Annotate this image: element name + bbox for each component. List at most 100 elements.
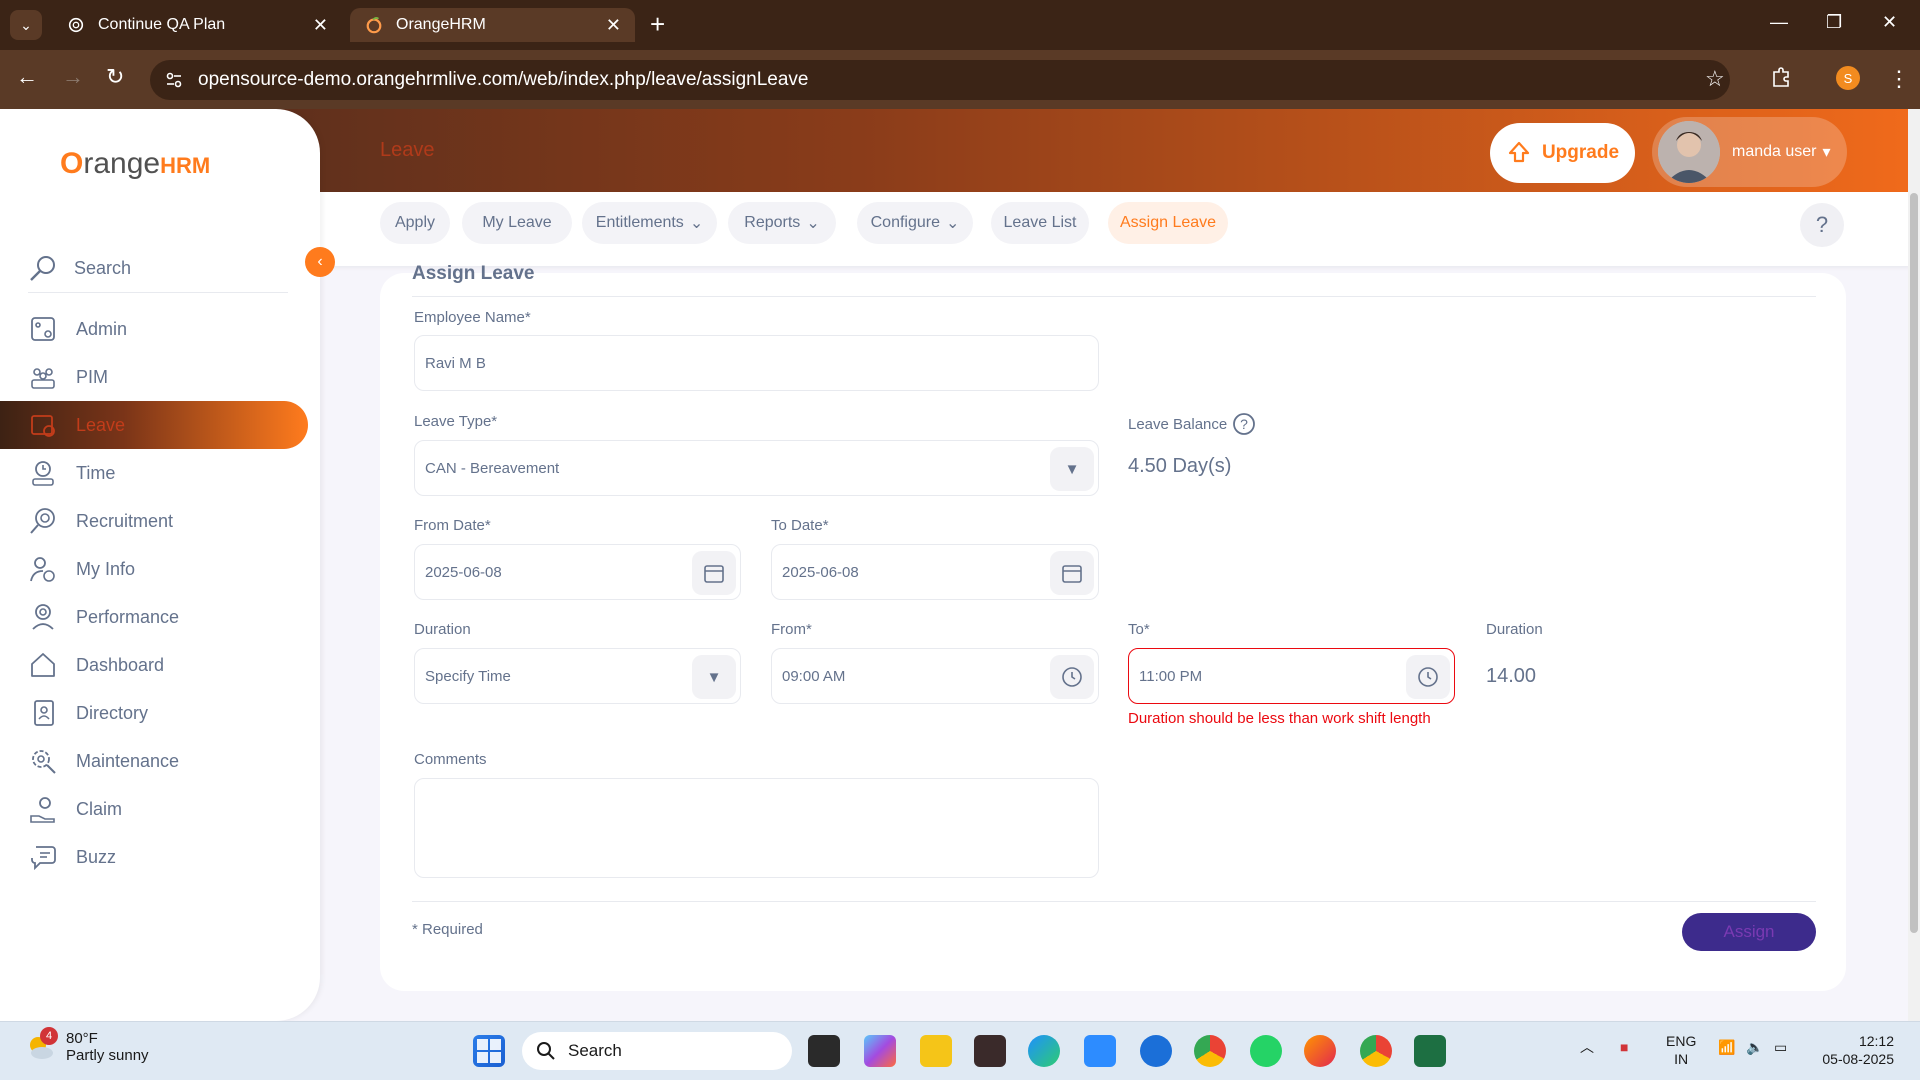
from-date-label: From Date* xyxy=(414,517,491,534)
battery-icon[interactable]: ▭ xyxy=(1774,1038,1787,1056)
language-indicator[interactable]: ENG IN xyxy=(1666,1032,1696,1068)
tab-close-icon[interactable]: ✕ xyxy=(313,15,328,36)
sidebar-item-dashboard[interactable]: Dashboard xyxy=(0,641,308,689)
chrome-icon[interactable] xyxy=(1194,1035,1226,1067)
windows-start-icon[interactable] xyxy=(473,1035,505,1067)
sidebar-item-label: Leave xyxy=(76,414,126,435)
tab-label: Assign Leave xyxy=(1119,214,1217,231)
calendar-icon[interactable] xyxy=(1050,551,1094,595)
weather-widget[interactable]: 4 80°F Partly sunny xyxy=(24,1027,149,1064)
bookmark-star-icon[interactable]: ☆ xyxy=(1705,66,1725,92)
sidebar-collapse-button[interactable]: ‹ xyxy=(305,247,335,277)
site-info-icon[interactable] xyxy=(164,70,184,90)
caret-down-icon[interactable]: ▼ xyxy=(1050,447,1094,491)
forward-icon[interactable]: → xyxy=(62,64,84,90)
sidebar-item-label: Claim xyxy=(76,798,123,819)
menu-kebab-icon[interactable]: ⋮ xyxy=(1888,66,1910,92)
to-time-value: 11:00 PM xyxy=(1139,667,1203,685)
leave-type-select[interactable]: CAN - Bereavement ▼ xyxy=(414,440,1099,496)
claim-icon xyxy=(30,797,55,823)
duration-hours-value: 14.00 xyxy=(1486,665,1537,687)
sidebar-item-time[interactable]: Time xyxy=(0,449,308,497)
from-date-value: 2025-06-08 xyxy=(425,563,502,581)
from-date-input[interactable]: 2025-06-08 xyxy=(414,544,741,600)
firefox-icon[interactable] xyxy=(1304,1035,1336,1067)
close-icon[interactable]: ✕ xyxy=(1882,12,1897,33)
tab-leave-list[interactable]: Leave List xyxy=(991,202,1089,244)
taskbar-search[interactable]: Search xyxy=(522,1032,792,1070)
leave-type-label: Leave Type* xyxy=(414,413,498,430)
sidebar-item-admin[interactable]: Admin xyxy=(0,305,308,353)
clock-icon[interactable] xyxy=(1050,655,1094,699)
maximize-icon[interactable]: ❐ xyxy=(1826,12,1842,33)
to-time-label: To* xyxy=(1128,621,1150,638)
chevron-down-icon: ⌄ xyxy=(945,215,960,232)
to-time-input[interactable]: 11:00 PM xyxy=(1128,648,1455,704)
tab-my-leave[interactable]: My Leave xyxy=(462,202,572,244)
address-bar[interactable]: opensource-demo.orangehrmlive.com/web/in… xyxy=(150,60,1730,100)
sidebar-item-label: Dashboard xyxy=(76,654,165,675)
excel-icon[interactable] xyxy=(1414,1035,1446,1067)
extensions-icon[interactable] xyxy=(1770,66,1792,88)
page-scrollbar[interactable] xyxy=(1908,109,1920,1021)
copilot-icon[interactable] xyxy=(864,1035,896,1067)
tab-search-icon[interactable]: ⌄ xyxy=(10,10,42,40)
whatsapp-icon[interactable] xyxy=(1250,1035,1282,1067)
tab-reports[interactable]: Reports ⌄ xyxy=(728,202,836,244)
sidebar-item-recruitment[interactable]: Recruitment xyxy=(0,497,308,545)
edge-icon[interactable] xyxy=(1028,1035,1060,1067)
sidebar-item-directory[interactable]: Directory xyxy=(0,689,308,737)
volume-icon[interactable]: 🔈 xyxy=(1746,1038,1763,1056)
upgrade-button[interactable]: Upgrade xyxy=(1490,123,1635,183)
clock[interactable]: 12:12 05-08-2025 xyxy=(1814,1032,1894,1068)
back-icon[interactable]: ← xyxy=(16,64,38,90)
tray-chevron-up-icon[interactable]: ︿ xyxy=(1580,1038,1594,1056)
user-name: manda user xyxy=(1732,143,1817,160)
duration-select[interactable]: Specify Time ▼ xyxy=(414,648,741,704)
assign-button[interactable]: Assign xyxy=(1682,913,1816,951)
sidebar-item-buzz[interactable]: Buzz xyxy=(0,833,308,881)
sidebar-item-pim[interactable]: PIM xyxy=(0,353,308,401)
tab-apply[interactable]: Apply xyxy=(380,202,450,244)
browser-tab[interactable]: Continue QA Plan ✕ xyxy=(52,8,342,42)
browser-profile-avatar[interactable]: S xyxy=(1836,66,1860,90)
employee-name-input[interactable]: Ravi M B xyxy=(414,335,1099,391)
duration-label: Duration xyxy=(414,621,471,638)
sidebar-item-leave[interactable]: Leave xyxy=(0,401,308,449)
logo-main: range xyxy=(83,147,161,180)
zoom-icon[interactable] xyxy=(1084,1035,1116,1067)
caret-down-icon[interactable]: ▼ xyxy=(692,655,736,699)
to-date-input[interactable]: 2025-06-08 xyxy=(771,544,1099,600)
chrome-active-icon[interactable] xyxy=(1360,1035,1392,1067)
tab-assign-leave[interactable]: Assign Leave xyxy=(1108,202,1228,244)
search-icon xyxy=(30,255,55,281)
app-icon[interactable] xyxy=(974,1035,1006,1067)
wifi-icon[interactable]: 📶 xyxy=(1718,1038,1735,1056)
sidebar-search[interactable]: Search xyxy=(28,245,288,293)
task-view-icon[interactable] xyxy=(808,1035,840,1067)
tab-close-icon[interactable]: ✕ xyxy=(606,15,621,36)
clock-icon[interactable] xyxy=(1406,655,1450,699)
sidebar-item-performance[interactable]: Performance xyxy=(0,593,308,641)
help-app-icon[interactable] xyxy=(1140,1035,1172,1067)
sidebar-item-my-info[interactable]: My Info xyxy=(0,545,308,593)
from-time-input[interactable]: 09:00 AM xyxy=(771,648,1099,704)
reload-icon[interactable]: ↻ xyxy=(106,64,124,90)
tab-entitlements[interactable]: Entitlements ⌄ xyxy=(582,202,717,244)
tray-app-icon[interactable]: ■ xyxy=(1620,1038,1628,1056)
calendar-icon[interactable] xyxy=(692,551,736,595)
help-button[interactable]: ? xyxy=(1800,203,1844,247)
browser-tab-active[interactable]: OrangeHRM ✕ xyxy=(350,8,635,42)
new-tab-icon[interactable]: + xyxy=(650,10,665,38)
sidebar-item-claim[interactable]: Claim xyxy=(0,785,308,833)
tab-configure[interactable]: Configure ⌄ xyxy=(857,202,973,244)
user-dropdown[interactable]: manda user ▾ xyxy=(1652,117,1847,187)
directory-icon xyxy=(34,700,54,726)
file-explorer-icon[interactable] xyxy=(920,1035,952,1067)
comments-textarea[interactable] xyxy=(414,778,1099,878)
minimize-icon[interactable]: — xyxy=(1770,12,1788,33)
sidebar-item-maintenance[interactable]: Maintenance xyxy=(0,737,308,785)
help-circle-icon[interactable]: ? xyxy=(1232,412,1256,441)
scrollbar-thumb[interactable] xyxy=(1910,193,1918,933)
sidebar-item-label: Recruitment xyxy=(76,510,174,531)
